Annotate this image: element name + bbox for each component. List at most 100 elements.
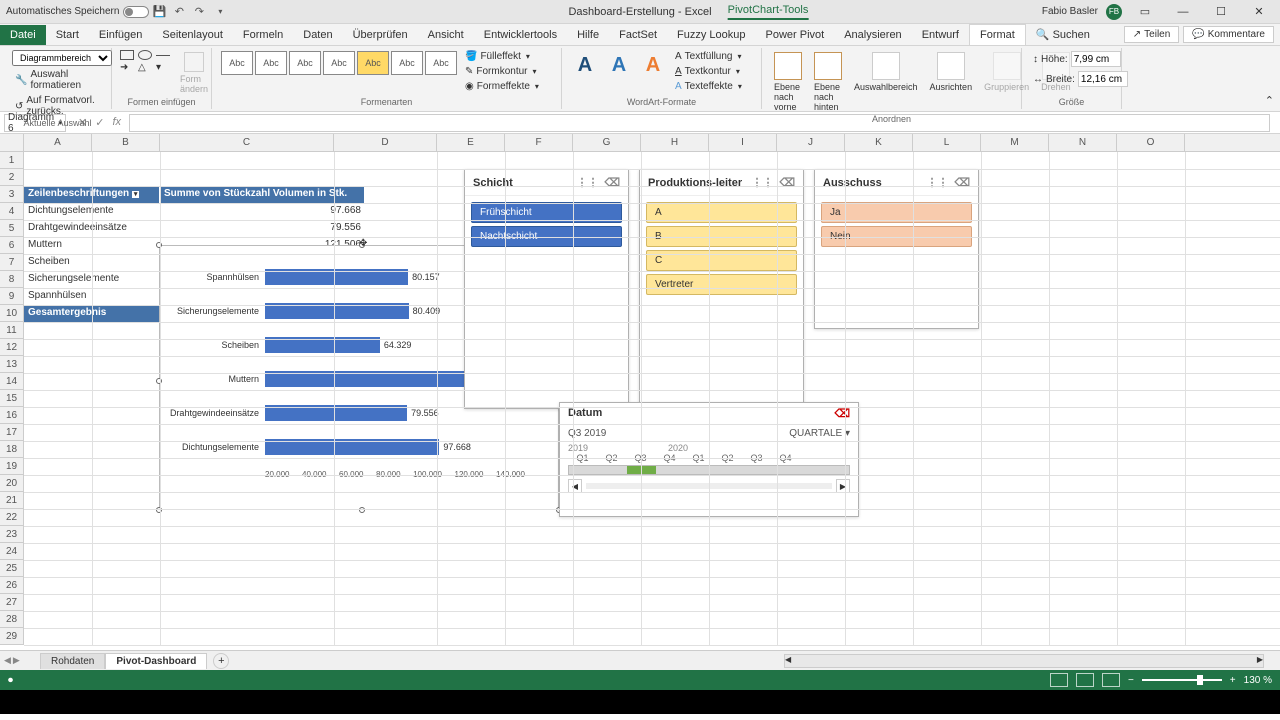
horizontal-scrollbar[interactable]: ◀ ▶ [784, 654, 1264, 668]
row-header-20[interactable]: 20 [0, 475, 23, 492]
slicer-item[interactable]: Vertreter [646, 274, 797, 295]
col-header-J[interactable]: J [777, 134, 845, 151]
wordart-style-3[interactable]: A [639, 51, 667, 79]
row-header-15[interactable]: 15 [0, 390, 23, 407]
shape-fill-button[interactable]: 🪣 Fülleffekt [462, 50, 542, 63]
col-header-E[interactable]: E [437, 134, 505, 151]
ribbon-tab-einfügen[interactable]: Einfügen [89, 25, 152, 45]
sheet-nav-next-icon[interactable]: ▶ [13, 655, 20, 666]
ribbon-tab-fuzzy lookup[interactable]: Fuzzy Lookup [667, 25, 755, 45]
maximize-icon[interactable]: ☐ [1206, 2, 1236, 22]
select-all-button[interactable] [0, 134, 24, 151]
row-header-3[interactable]: 3 [0, 186, 23, 203]
chart-element-dropdown[interactable]: Diagrammbereich [12, 50, 112, 66]
ribbon-tab-überprüfen[interactable]: Überprüfen [343, 25, 418, 45]
row-header-18[interactable]: 18 [0, 441, 23, 458]
ribbon-display-icon[interactable]: ▭ [1130, 2, 1160, 22]
share-button[interactable]: ↗ Teilen [1124, 26, 1180, 43]
row-header-23[interactable]: 23 [0, 526, 23, 543]
shape-rect-icon[interactable] [120, 50, 134, 60]
wordart-style-2[interactable]: A [605, 51, 633, 79]
collapse-ribbon-icon[interactable]: ⌃ [1265, 94, 1274, 107]
ribbon-tab-ansicht[interactable]: Ansicht [418, 25, 474, 45]
width-field[interactable]: ↔ Breite: [1030, 70, 1113, 88]
zoom-in-button[interactable]: + [1230, 675, 1236, 686]
timeline-next-button[interactable]: ▶ [836, 479, 850, 493]
shape-arrow-icon[interactable]: ➜ [120, 62, 136, 73]
col-header-G[interactable]: G [573, 134, 641, 151]
row-header-10[interactable]: 10 [0, 305, 23, 322]
row-header-19[interactable]: 19 [0, 458, 23, 475]
ribbon-tab-datei[interactable]: Datei [0, 25, 46, 45]
bring-forward-button[interactable]: Ebene nach vorne [770, 50, 806, 114]
timeline-granularity[interactable]: QUARTALE ▾ [789, 428, 850, 439]
row-header-6[interactable]: 6 [0, 237, 23, 254]
format-selection-button[interactable]: 🔧 Auswahl formatieren [12, 68, 103, 92]
shape-style-3[interactable]: Abc [289, 51, 321, 75]
autosave-toggle[interactable] [123, 6, 149, 18]
row-header-16[interactable]: 16 [0, 407, 23, 424]
clear-filter-icon[interactable]: ⌫ [604, 176, 620, 189]
ribbon-tab-power pivot[interactable]: Power Pivot [756, 25, 835, 45]
col-header-L[interactable]: L [913, 134, 981, 151]
redo-icon[interactable]: ↷ [192, 5, 206, 19]
shape-oval-icon[interactable] [138, 50, 152, 60]
ribbon-tab-hilfe[interactable]: Hilfe [567, 25, 609, 45]
clear-filter-icon[interactable]: ⌫ [779, 176, 795, 189]
shape-style-6[interactable]: Abc [391, 51, 423, 75]
shape-style-7[interactable]: Abc [425, 51, 457, 75]
row-header-4[interactable]: 4 [0, 203, 23, 220]
sheet-tab-pivot-dashboard[interactable]: Pivot-Dashboard [105, 653, 207, 669]
send-backward-button[interactable]: Ebene nach hinten [810, 50, 846, 114]
fx-icon[interactable]: fx [112, 116, 121, 129]
height-field[interactable]: ↕ Höhe: [1030, 50, 1113, 68]
shape-triangle-icon[interactable]: △ [138, 62, 154, 73]
ribbon-tab-factset[interactable]: FactSet [609, 25, 667, 45]
ribbon-tab-daten[interactable]: Daten [293, 25, 342, 45]
pivot-row[interactable]: Drahtgewindeeinsätze79.556 [24, 221, 365, 238]
ribbon-tab-analysieren[interactable]: Analysieren [834, 25, 911, 45]
row-header-25[interactable]: 25 [0, 560, 23, 577]
qat-customize-icon[interactable] [212, 5, 226, 19]
shape-line-icon[interactable] [156, 55, 170, 56]
selection-pane-button[interactable]: Auswahlbereich [850, 50, 922, 94]
col-header-M[interactable]: M [981, 134, 1049, 151]
close-icon[interactable]: ✕ [1244, 2, 1274, 22]
ribbon-tab-formeln[interactable]: Formeln [233, 25, 293, 45]
multi-select-icon[interactable]: ⋮⋮ [576, 176, 598, 189]
save-icon[interactable]: 💾 [152, 5, 166, 19]
col-header-K[interactable]: K [845, 134, 913, 151]
col-header-D[interactable]: D [334, 134, 437, 151]
zoom-out-button[interactable]: − [1128, 675, 1134, 686]
row-header-5[interactable]: 5 [0, 220, 23, 237]
col-header-A[interactable]: A [24, 134, 92, 151]
wordart-style-1[interactable]: A [571, 51, 599, 79]
user-avatar[interactable]: FB [1106, 4, 1122, 20]
ribbon-tab-entwurf[interactable]: Entwurf [912, 25, 969, 45]
align-button[interactable]: Ausrichten [926, 50, 977, 94]
row-header-11[interactable]: 11 [0, 322, 23, 339]
comments-button[interactable]: 💬 Kommentare [1183, 26, 1274, 43]
page-layout-view-icon[interactable] [1076, 673, 1094, 687]
zoom-slider[interactable] [1142, 679, 1222, 681]
minimize-icon[interactable]: — [1168, 2, 1198, 22]
row-header-26[interactable]: 26 [0, 577, 23, 594]
shape-outline-button[interactable]: ✎ Formkontur [462, 65, 542, 78]
pivot-row[interactable]: Dichtungselemente97.668 [24, 204, 365, 221]
row-header-2[interactable]: 2 [0, 169, 23, 186]
ribbon-tab-format[interactable]: Format [969, 24, 1026, 45]
col-header-B[interactable]: B [92, 134, 160, 151]
row-header-1[interactable]: 1 [0, 152, 23, 169]
text-outline-button[interactable]: A Textkontur [672, 65, 745, 78]
row-header-7[interactable]: 7 [0, 254, 23, 271]
multi-select-icon[interactable]: ⋮⋮ [751, 176, 773, 189]
clear-filter-icon[interactable]: ⌫ [954, 176, 970, 189]
row-header-13[interactable]: 13 [0, 356, 23, 373]
col-header-F[interactable]: F [505, 134, 573, 151]
shape-style-5[interactable]: Abc [357, 51, 389, 75]
text-fill-button[interactable]: A Textfüllung [672, 50, 745, 63]
row-header-17[interactable]: 17 [0, 424, 23, 441]
ribbon-tab-start[interactable]: Start [46, 25, 89, 45]
shape-style-4[interactable]: Abc [323, 51, 355, 75]
col-header-N[interactable]: N [1049, 134, 1117, 151]
